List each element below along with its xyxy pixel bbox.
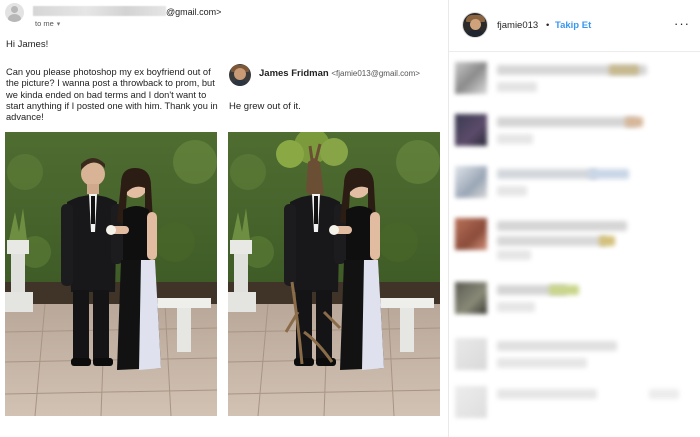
comment-avatar: [455, 338, 487, 370]
reply-avatar[interactable]: [229, 64, 251, 86]
comment-avatar: [455, 386, 487, 418]
email-header: @gmail.com> to me ▾: [0, 0, 448, 34]
email-greeting: Hi James!: [6, 39, 49, 50]
blurred-comment: [449, 338, 700, 378]
original-photo-illustration: [5, 132, 217, 416]
email-pane: @gmail.com> to me ▾ Hi James! Can you ple…: [0, 0, 448, 437]
edited-photo[interactable]: [228, 132, 440, 416]
comment-text-blur: [497, 236, 607, 246]
original-photo[interactable]: [5, 132, 217, 416]
blurred-comment: [449, 114, 700, 154]
edited-photo-illustration: [228, 132, 440, 416]
comment-text-blur: [599, 236, 615, 246]
comment-text-blur: [497, 341, 617, 351]
comment-text-blur: [497, 134, 533, 144]
comment-avatar: [455, 166, 487, 198]
comment-text-blur: [625, 117, 643, 127]
recipient-line[interactable]: to me ▾: [35, 19, 60, 28]
comment-avatar: [455, 62, 487, 94]
comment-text-blur: [497, 169, 597, 179]
chevron-down-icon[interactable]: ▾: [57, 21, 61, 28]
profile-username[interactable]: fjamie013: [497, 20, 538, 31]
blurred-comment: [449, 62, 700, 102]
comment-avatar: [455, 218, 487, 250]
blurred-comment: [449, 282, 700, 322]
sender-email[interactable]: @gmail.com>: [33, 6, 221, 17]
comment-text-blur: [497, 358, 587, 368]
comment-text-blur: [609, 65, 639, 75]
reply-sender-address: <fjamie013@gmail.com>: [331, 69, 420, 78]
comment-text-blur: [497, 117, 637, 127]
instagram-header: fjamie013 • Takip Et ···: [449, 0, 700, 52]
comment-text-blur: [497, 389, 597, 399]
profile-avatar[interactable]: [463, 13, 487, 37]
reply-sender-name: James Fridman: [259, 68, 329, 79]
comment-text-blur: [649, 389, 679, 399]
comment-text-blur: [497, 250, 531, 260]
blurred-comment: [449, 386, 700, 426]
comment-avatar: [455, 114, 487, 146]
comment-text-blur: [497, 302, 535, 312]
comment-text-blur: [497, 82, 537, 92]
comment-text-blur: [589, 169, 629, 179]
email-body: Can you please photoshop my ex boyfriend…: [6, 67, 218, 123]
follow-button[interactable]: Takip Et: [555, 20, 591, 31]
sender-avatar-icon: [5, 3, 24, 22]
comment-avatar: [455, 282, 487, 314]
reply-text: He grew out of it.: [229, 101, 301, 112]
comment-text-blur: [497, 186, 527, 196]
reply-sender: James Fridman <fjamie013@gmail.com>: [259, 68, 420, 79]
comment-text-blur: [497, 221, 627, 231]
blurred-comment: [449, 218, 700, 260]
more-options-icon[interactable]: ···: [674, 16, 690, 31]
comment-text-blur: [549, 285, 579, 295]
redacted-email-blur: [33, 6, 166, 16]
instagram-panel: fjamie013 • Takip Et ···: [448, 0, 700, 437]
separator-dot: •: [546, 20, 550, 31]
blurred-comment: [449, 166, 700, 206]
